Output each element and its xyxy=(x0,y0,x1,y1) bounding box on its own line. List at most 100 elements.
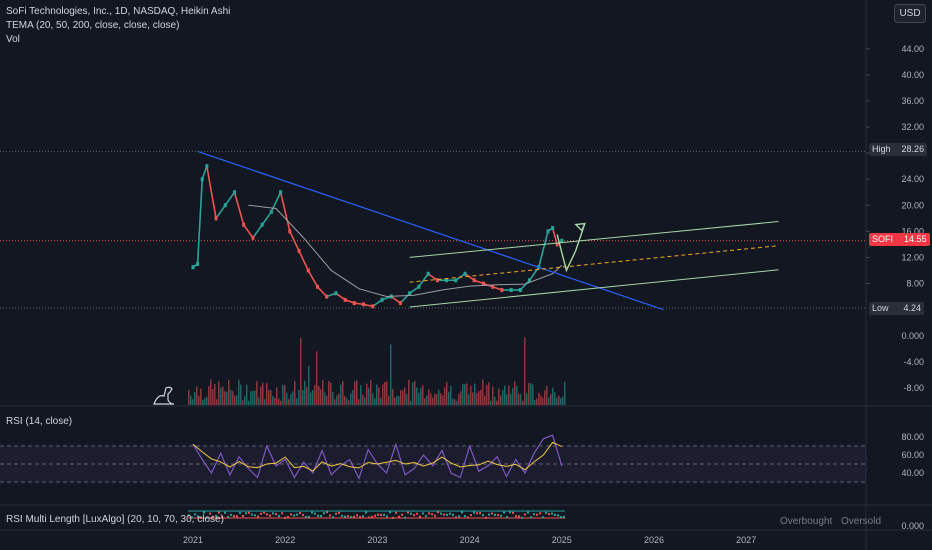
lux-signal-mark xyxy=(455,516,457,519)
volume-bar xyxy=(256,381,258,405)
price-axis: 8.0012.0016.0020.0024.0028.0032.0036.004… xyxy=(866,44,924,531)
price-candle xyxy=(472,278,476,283)
volume-bar xyxy=(408,379,410,405)
volume-bar xyxy=(352,390,354,405)
price-axis-tick-label: 32.00 xyxy=(901,122,924,132)
lux-signal-mark xyxy=(227,515,229,518)
volume-bar xyxy=(398,396,400,405)
volume-bar xyxy=(306,387,308,405)
lux-signal-mark xyxy=(263,511,265,514)
volume-bar xyxy=(466,383,468,405)
symbol-title[interactable]: SoFi Technologies, Inc., 1D, NASDAQ, Hei… xyxy=(6,6,230,17)
lux-signal-mark xyxy=(482,514,484,517)
chart-canvas[interactable]: 8.0012.0016.0020.0024.0028.0032.0036.004… xyxy=(0,0,932,550)
lux-signal-mark xyxy=(245,512,247,515)
volume-bar xyxy=(422,385,424,405)
volume-bar xyxy=(346,398,348,405)
lux-signal-mark xyxy=(392,516,394,519)
volume-bar xyxy=(362,394,364,405)
volume-bar xyxy=(498,388,500,405)
volume-bar xyxy=(562,396,564,405)
time-axis-tick-label: 2023 xyxy=(367,535,387,545)
tema-indicator-label[interactable]: TEMA (20, 50, 200, close, close, close) xyxy=(6,20,179,31)
rsi-multi-length-label[interactable]: RSI Multi Length [LuxAlgo] (20, 10, 70, … xyxy=(6,514,224,525)
lux-signal-mark xyxy=(539,512,541,515)
lux-signal-mark xyxy=(512,511,514,514)
lux-signal-mark xyxy=(398,515,400,518)
volume-bar xyxy=(282,384,284,405)
rsi-pane-label[interactable]: RSI (14, close) xyxy=(6,416,72,427)
lux-signal-mark xyxy=(536,513,538,516)
lux-signal-mark xyxy=(524,513,526,516)
volume-bar xyxy=(234,395,236,405)
lux-signal-mark xyxy=(467,516,469,519)
lux-signal-mark xyxy=(563,515,565,518)
oversold-legend: Oversold xyxy=(841,516,882,527)
lux-signal-mark xyxy=(269,514,271,517)
lux-signal-mark xyxy=(329,514,331,517)
volume-indicator-label[interactable]: Vol xyxy=(6,34,20,45)
volume-bar xyxy=(220,387,222,405)
volume-bar xyxy=(278,398,280,405)
lux-signal-mark xyxy=(407,511,409,514)
volume-bar xyxy=(270,390,272,405)
volume-bar xyxy=(314,385,316,405)
volume-bar xyxy=(304,380,306,405)
volume-bar xyxy=(334,399,336,405)
price-candle xyxy=(546,229,550,234)
volume-bar xyxy=(402,390,404,405)
lux-signal-mark xyxy=(362,515,364,518)
lux-signal-mark xyxy=(431,513,433,516)
volume-bar xyxy=(418,392,420,405)
lux-signal-mark xyxy=(476,512,478,515)
rsi-axis-tick-label: 40.00 xyxy=(901,468,924,478)
lux-signal-mark xyxy=(335,512,337,515)
volume-bar xyxy=(358,399,360,405)
price-candle xyxy=(191,265,195,270)
price-candle xyxy=(417,284,421,289)
volume-bar xyxy=(502,390,504,405)
volume-bar xyxy=(552,387,554,405)
price-candle xyxy=(352,301,356,306)
volume-bar xyxy=(476,393,478,405)
symbol-badge-label: SOFI xyxy=(872,234,894,244)
lux-signal-mark xyxy=(380,513,382,516)
time-axis-tick-label: 2027 xyxy=(736,535,756,545)
lux-signal-mark xyxy=(260,512,262,515)
lux-signal-mark xyxy=(302,514,304,517)
volume-bar xyxy=(374,398,376,405)
volume-bar xyxy=(198,395,200,405)
volume-bar xyxy=(190,395,192,405)
volume-bar xyxy=(320,389,322,405)
volume-bar xyxy=(210,379,212,405)
high-badge: High 28.26 xyxy=(869,143,928,156)
volume-bar xyxy=(414,380,416,405)
lux-signal-mark xyxy=(527,511,529,514)
volume-bar xyxy=(482,379,484,405)
price-candle xyxy=(196,261,200,266)
lux-signal-mark xyxy=(479,512,481,515)
currency-button[interactable]: USD xyxy=(894,4,926,23)
high-badge-value: 28.26 xyxy=(901,144,925,154)
volume-bar xyxy=(326,395,328,405)
lux-signal-mark xyxy=(308,515,310,518)
volume-bar xyxy=(382,384,384,405)
volume-bar xyxy=(376,384,378,405)
volume-bar xyxy=(260,386,262,405)
lux-signal-mark xyxy=(224,511,226,514)
lux-signal-mark xyxy=(344,515,346,518)
lux-signal-mark xyxy=(242,515,244,518)
lux-signal-mark xyxy=(275,513,277,516)
volume-bar xyxy=(206,396,208,405)
volume-bar xyxy=(324,392,326,405)
lux-signal-mark xyxy=(410,512,412,515)
volume-bar xyxy=(420,387,422,405)
volume-bar xyxy=(474,383,476,405)
volume-bar xyxy=(322,379,324,405)
lux-signal-mark xyxy=(491,512,493,515)
lux-signal-mark xyxy=(437,511,439,514)
lux-signal-mark xyxy=(272,512,274,515)
volume-bar xyxy=(238,379,240,405)
volume-bar xyxy=(448,391,450,405)
volume-bar xyxy=(410,400,412,405)
